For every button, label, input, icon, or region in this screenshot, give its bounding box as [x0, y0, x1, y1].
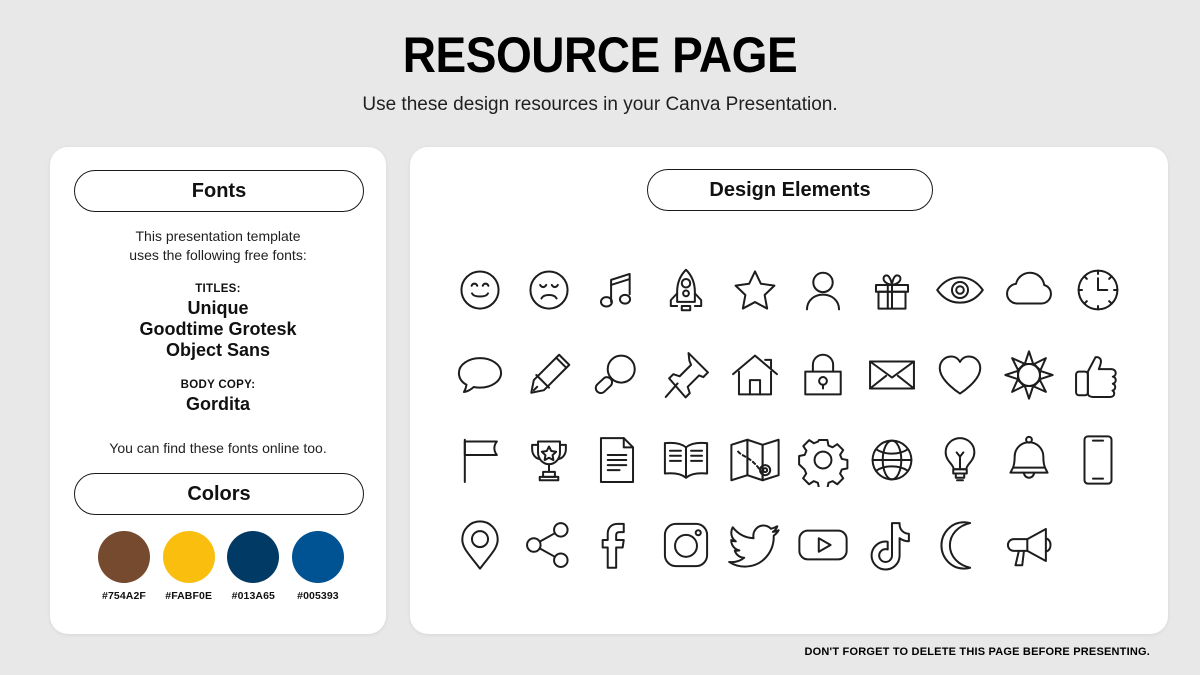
youtube-icon[interactable]	[791, 513, 855, 577]
color-swatch[interactable]: #013A65	[225, 531, 281, 602]
clock-icon[interactable]	[1066, 258, 1130, 322]
color-swatch-dot	[291, 531, 344, 583]
design-elements-card: Design Elements	[410, 147, 1168, 634]
tiktok-icon[interactable]	[860, 513, 924, 577]
fonts-section-header: Fonts	[74, 170, 364, 212]
lock-icon[interactable]	[791, 343, 855, 407]
gift-icon[interactable]	[860, 258, 924, 322]
magnifying-glass-icon[interactable]	[585, 343, 649, 407]
smiley-face-icon[interactable]	[448, 258, 512, 322]
color-swatch-row: #754A2F #FABF0E #013A65 #005393	[96, 531, 346, 602]
thumbs-up-icon[interactable]	[1066, 343, 1130, 407]
sun-icon[interactable]	[997, 343, 1061, 407]
design-elements-header: Design Elements	[647, 169, 933, 211]
sad-face-icon[interactable]	[517, 258, 581, 322]
smartphone-icon[interactable]	[1066, 428, 1130, 492]
pushpin-icon[interactable]	[654, 343, 718, 407]
slide-canvas: RESOURCE PAGE Use these design resources…	[0, 0, 1200, 675]
color-swatch[interactable]: #754A2F	[96, 531, 152, 602]
rocket-icon[interactable]	[654, 258, 718, 322]
fonts-and-colors-card: Fonts This presentation template uses th…	[50, 147, 386, 634]
instagram-icon[interactable]	[654, 513, 718, 577]
color-swatch-hex-label: #754A2F	[102, 590, 146, 602]
cloud-icon[interactable]	[997, 258, 1061, 322]
fonts-intro-text: This presentation template uses the foll…	[68, 227, 368, 265]
body-fonts-group: BODY COPY: Gordita	[68, 379, 368, 415]
house-icon[interactable]	[723, 343, 787, 407]
person-icon[interactable]	[791, 258, 855, 322]
color-swatch[interactable]: #FABF0E	[161, 531, 217, 602]
facebook-icon[interactable]	[585, 513, 649, 577]
lightbulb-icon[interactable]	[928, 428, 992, 492]
color-swatch[interactable]: #005393	[290, 531, 346, 602]
heart-icon[interactable]	[928, 343, 992, 407]
icon-grid	[446, 247, 1132, 587]
page-subtitle: Use these design resources in your Canva…	[362, 94, 838, 115]
titles-label: TITLES:	[195, 283, 241, 295]
envelope-icon[interactable]	[860, 343, 924, 407]
body-font-1: Gordita	[185, 394, 250, 414]
title-font-3: Object Sans	[165, 340, 271, 360]
body-copy-label: BODY COPY:	[180, 379, 256, 391]
fonts-intro-line-1: This presentation template	[135, 228, 301, 244]
moon-icon[interactable]	[928, 513, 992, 577]
color-swatch-hex-label: #013A65	[231, 590, 275, 602]
colors-section-label: Colors	[187, 482, 251, 505]
color-swatch-hex-label: #FABF0E	[165, 590, 213, 602]
color-swatch-dot	[227, 531, 280, 583]
page-title: RESOURCE PAGE	[402, 27, 798, 83]
music-note-icon[interactable]	[585, 258, 649, 322]
bell-icon[interactable]	[997, 428, 1061, 492]
title-fonts-group: TITLES: Unique Goodtime Grotesk Object S…	[68, 283, 368, 361]
color-swatch-hex-label: #005393	[297, 590, 339, 602]
open-book-icon[interactable]	[654, 428, 718, 492]
trophy-icon[interactable]	[517, 428, 581, 492]
star-icon[interactable]	[723, 258, 787, 322]
document-icon[interactable]	[585, 428, 649, 492]
gear-icon[interactable]	[791, 428, 855, 492]
color-swatch-dot	[162, 531, 215, 583]
globe-icon[interactable]	[860, 428, 924, 492]
megaphone-icon[interactable]	[997, 513, 1061, 577]
flag-icon[interactable]	[448, 428, 512, 492]
pencil-icon[interactable]	[517, 343, 581, 407]
colors-section-header: Colors	[74, 473, 364, 515]
location-pin-icon[interactable]	[448, 513, 512, 577]
share-icon[interactable]	[517, 513, 581, 577]
fonts-outro-text: You can find these fonts online too.	[109, 440, 327, 456]
speech-bubble-icon[interactable]	[448, 343, 512, 407]
eye-icon[interactable]	[928, 258, 992, 322]
map-icon[interactable]	[723, 428, 787, 492]
design-elements-label: Design Elements	[709, 178, 871, 201]
color-swatch-dot	[98, 531, 150, 583]
fonts-intro-line-2: uses the following free fonts:	[129, 247, 307, 263]
twitter-icon[interactable]	[723, 513, 787, 577]
fonts-section-label: Fonts	[191, 179, 247, 202]
title-font-1: Unique	[187, 298, 249, 318]
title-font-2: Goodtime Grotesk	[139, 319, 297, 339]
delete-page-reminder: DON'T FORGET TO DELETE THIS PAGE BEFORE …	[804, 646, 1150, 658]
